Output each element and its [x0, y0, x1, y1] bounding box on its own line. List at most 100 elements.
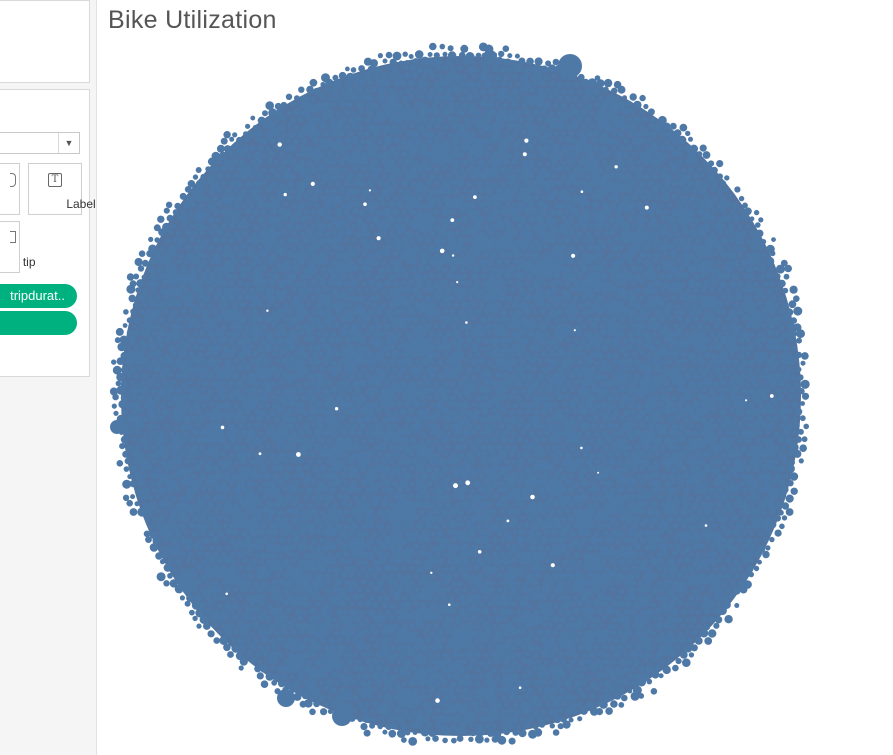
bubble-mark[interactable]	[547, 407, 553, 413]
bubble-mark[interactable]	[723, 472, 732, 481]
bubble-mark[interactable]	[565, 350, 574, 359]
bubble-mark[interactable]	[377, 194, 385, 201]
bubble-mark[interactable]	[175, 400, 184, 409]
bubble-mark[interactable]	[207, 272, 216, 281]
bubble-mark[interactable]	[421, 274, 428, 281]
bubble-mark[interactable]	[613, 352, 619, 359]
bubble-mark[interactable]	[736, 308, 745, 316]
bubble-mark[interactable]	[720, 366, 727, 372]
bubble-mark[interactable]	[645, 352, 653, 360]
bubble-mark[interactable]	[220, 237, 228, 244]
bubble-mark[interactable]	[164, 237, 171, 245]
bubble-mark[interactable]	[567, 500, 575, 508]
bubble-mark[interactable]	[163, 392, 172, 401]
bubble-mark[interactable]	[572, 81, 580, 89]
bubble-mark[interactable]	[664, 138, 670, 145]
bubble-mark[interactable]	[539, 322, 548, 331]
bubble-mark[interactable]	[538, 506, 547, 515]
bubble-mark[interactable]	[793, 449, 802, 458]
bubble-mark[interactable]	[531, 366, 538, 372]
bubble-mark[interactable]	[695, 237, 702, 244]
bubble-mark[interactable]	[186, 292, 195, 302]
bubble-mark[interactable]	[563, 280, 571, 287]
bubble-mark[interactable]	[395, 201, 403, 209]
bubble-mark[interactable]	[545, 445, 552, 452]
bubble-mark[interactable]	[338, 414, 346, 422]
bubble-mark[interactable]	[545, 385, 553, 393]
bubble-mark[interactable]	[519, 372, 528, 381]
bubble-mark[interactable]	[437, 228, 447, 238]
bubble-mark[interactable]	[314, 286, 322, 294]
bubble-mark[interactable]	[678, 422, 687, 431]
bubble-mark[interactable]	[150, 359, 157, 366]
bubble-mark[interactable]	[191, 530, 199, 537]
bubble-mark[interactable]	[434, 64, 442, 72]
bubble-mark[interactable]	[487, 329, 493, 335]
bubble-mark[interactable]	[581, 294, 588, 301]
bubble-mark[interactable]	[553, 131, 559, 137]
bubble-mark[interactable]	[710, 473, 715, 479]
bubble-mark[interactable]	[506, 251, 513, 258]
bubble-mark[interactable]	[569, 343, 576, 351]
bubble-mark[interactable]	[612, 373, 618, 379]
bubble-mark[interactable]	[480, 406, 489, 415]
bubble-mark[interactable]	[547, 464, 555, 472]
bubble-mark[interactable]	[252, 164, 259, 172]
bubble-mark[interactable]	[539, 308, 546, 315]
bubble-mark[interactable]	[724, 227, 733, 237]
bubble-mark[interactable]	[439, 415, 445, 421]
bubble-mark[interactable]	[756, 258, 765, 266]
bubble-mark[interactable]	[553, 471, 561, 479]
bubble-mark[interactable]	[543, 75, 549, 81]
bubble-mark[interactable]	[744, 437, 752, 445]
bubble-mark[interactable]	[315, 501, 321, 507]
bubble-mark[interactable]	[646, 235, 655, 244]
bubble-mark[interactable]	[286, 393, 294, 400]
bubble-mark[interactable]	[568, 229, 576, 237]
bubble-mark[interactable]	[683, 302, 690, 309]
bubble-mark[interactable]	[696, 281, 702, 288]
bubble-mark[interactable]	[186, 450, 196, 459]
bubble-mark[interactable]	[133, 374, 139, 379]
bubble-mark[interactable]	[382, 129, 388, 136]
bubble-mark[interactable]	[647, 421, 656, 431]
bubble-mark[interactable]	[428, 286, 435, 293]
bubble-mark[interactable]	[403, 428, 411, 437]
bubble-mark[interactable]	[414, 186, 421, 194]
bubble-mark[interactable]	[334, 293, 341, 300]
bubble-mark[interactable]	[479, 89, 486, 95]
bubble-mark[interactable]	[720, 537, 727, 544]
bubble-mark[interactable]	[593, 244, 601, 252]
bubble-mark[interactable]	[652, 243, 659, 250]
bubble-mark[interactable]	[569, 445, 576, 452]
bubble-mark[interactable]	[699, 428, 708, 437]
bubble-mark[interactable]	[433, 52, 440, 59]
bubble-mark[interactable]	[288, 356, 298, 366]
bubble-mark[interactable]	[331, 129, 340, 138]
bubble-mark[interactable]	[243, 324, 250, 331]
bubble-mark[interactable]	[725, 459, 731, 465]
bubble-mark[interactable]	[630, 409, 636, 415]
bubble-mark[interactable]	[721, 507, 727, 513]
bubble-mark[interactable]	[181, 222, 187, 229]
bubble-mark[interactable]	[269, 409, 276, 417]
bubble-mark[interactable]	[412, 442, 420, 451]
bubble-mark[interactable]	[487, 171, 495, 179]
bubble-mark[interactable]	[244, 207, 253, 215]
bubble-mark[interactable]	[712, 466, 720, 475]
bubble-mark[interactable]	[554, 317, 560, 323]
bubble-mark[interactable]	[735, 236, 745, 246]
bubble-mark[interactable]	[578, 302, 584, 309]
bubble-mark[interactable]	[186, 506, 196, 515]
bubble-mark[interactable]	[719, 309, 726, 316]
bubble-mark[interactable]	[277, 136, 285, 144]
bubble-mark[interactable]	[414, 473, 420, 479]
bubble-mark[interactable]	[301, 149, 310, 158]
bubble-mark[interactable]	[454, 342, 464, 352]
bubble-mark[interactable]	[678, 479, 685, 486]
bubble-mark[interactable]	[194, 392, 204, 402]
bubble-mark[interactable]	[708, 286, 715, 293]
bubble-mark[interactable]	[774, 514, 781, 522]
bubble-mark[interactable]	[643, 529, 652, 537]
bubble-mark[interactable]	[519, 144, 528, 152]
